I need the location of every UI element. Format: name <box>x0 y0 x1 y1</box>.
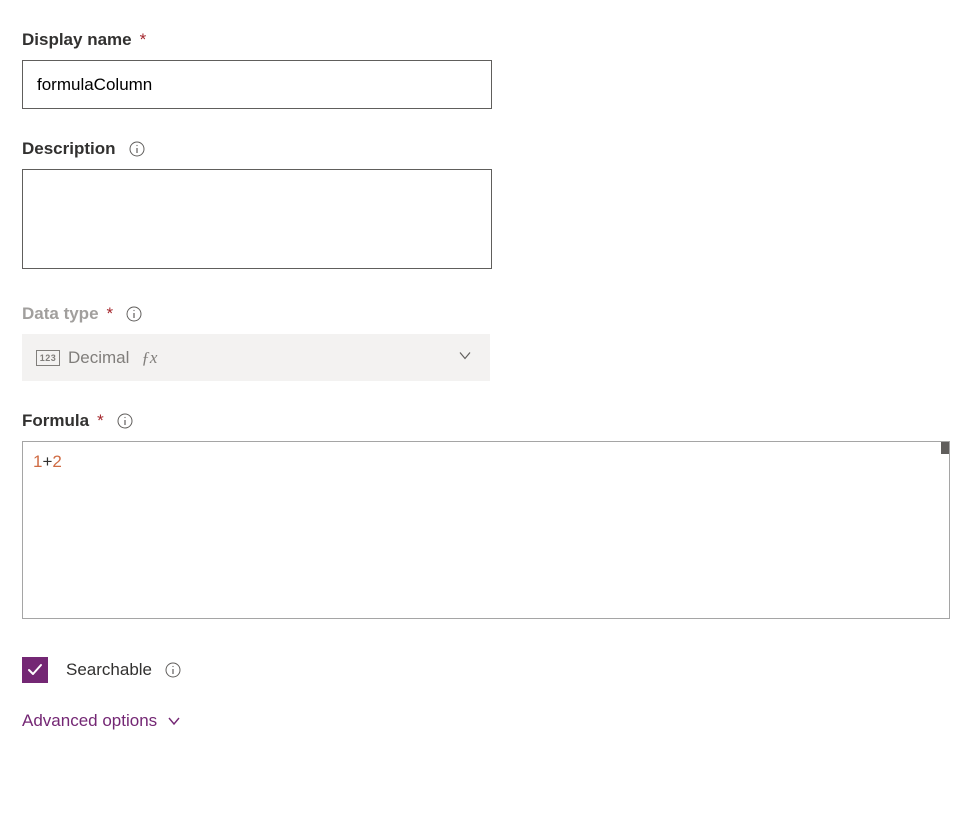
chevron-down-icon <box>458 348 472 367</box>
description-label-text: Description <box>22 139 116 159</box>
description-input[interactable] <box>22 169 492 269</box>
info-icon[interactable] <box>164 661 182 679</box>
display-name-input[interactable] <box>22 60 492 109</box>
advanced-options-toggle[interactable]: Advanced options <box>22 711 181 731</box>
data-type-selected-text: Decimal <box>68 348 129 368</box>
formula-label-text: Formula <box>22 411 89 431</box>
advanced-options-label: Advanced options <box>22 711 157 731</box>
required-asterisk: * <box>107 304 114 324</box>
data-type-field-group: Data type * 123 Decimal ƒx <box>22 304 953 381</box>
formula-label: Formula * <box>22 411 953 431</box>
formula-field-group: Formula * 1+2 <box>22 411 953 619</box>
required-asterisk: * <box>97 411 104 431</box>
chevron-down-icon <box>167 714 181 728</box>
info-icon[interactable] <box>116 412 134 430</box>
formula-token-number: 2 <box>52 452 61 471</box>
description-field-group: Description <box>22 139 953 274</box>
display-name-field-group: Display name * <box>22 30 953 109</box>
data-type-label-text: Data type <box>22 304 99 324</box>
required-asterisk: * <box>140 30 147 50</box>
info-icon[interactable] <box>125 305 143 323</box>
display-name-label: Display name * <box>22 30 953 50</box>
searchable-checkbox[interactable] <box>22 657 48 683</box>
data-type-label: Data type * <box>22 304 953 324</box>
data-type-selected: 123 Decimal ƒx <box>36 348 157 368</box>
searchable-label: Searchable <box>66 660 152 680</box>
formula-token-operator: + <box>42 452 52 471</box>
description-label: Description <box>22 139 953 159</box>
info-icon[interactable] <box>128 140 146 158</box>
searchable-row: Searchable <box>22 657 953 683</box>
fx-icon: ƒx <box>141 348 157 368</box>
formula-content: 1+2 <box>33 450 939 474</box>
display-name-label-text: Display name <box>22 30 132 50</box>
formula-editor[interactable]: 1+2 <box>22 441 950 619</box>
scroll-indicator <box>941 442 949 454</box>
number-type-icon: 123 <box>36 350 60 366</box>
data-type-dropdown[interactable]: 123 Decimal ƒx <box>22 334 490 381</box>
